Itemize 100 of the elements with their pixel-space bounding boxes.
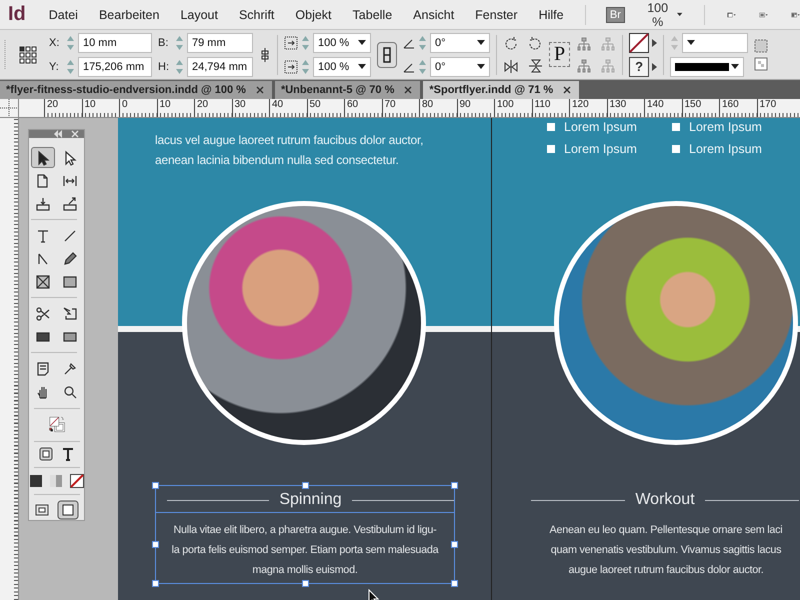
selection-handle[interactable] [451, 580, 458, 587]
rotate-clockwise-icon[interactable] [503, 36, 519, 52]
caret-icon [358, 40, 366, 45]
rotate-counterclockwise-icon[interactable] [527, 36, 543, 52]
hierarchy-icon[interactable] [576, 58, 592, 74]
size-field[interactable]: 24,794 mm [187, 56, 253, 76]
document-tab[interactable]: *Unbenannt-5 @ 70 % [274, 81, 420, 99]
body-paragraph: Aenean eu leo quam. Pellentesque ornare sem laci quam venenatis vestibulum. Vivamus sagittis lacus augue laoreet rutrum faucibus dolor auctor. [548, 523, 784, 578]
transparency-grid-icon[interactable] [754, 56, 768, 70]
selection-handle[interactable] [152, 482, 159, 489]
selection-handle[interactable] [302, 580, 309, 587]
document-tab[interactable]: *flyer-fitness-studio-endversion.indd @ 100 % [0, 81, 272, 99]
ruler-label: 0 [119, 99, 156, 117]
menu-item[interactable]: Layout [180, 8, 218, 22]
chain-icon[interactable] [259, 46, 271, 62]
constrain-button[interactable] [377, 42, 397, 68]
tray-arrow-icon [35, 196, 51, 212]
caret-icon [477, 40, 485, 45]
selection-handle[interactable] [152, 541, 159, 548]
close-icon[interactable] [256, 86, 264, 94]
ruler-label: 140 [644, 99, 682, 117]
stroke-type-dropdown[interactable] [670, 56, 744, 76]
ruler-label: 150 [682, 99, 719, 117]
color-swatch-icon[interactable] [30, 474, 42, 487]
menu-item[interactable]: Hilfe [538, 8, 564, 22]
text-format-icon[interactable] [60, 447, 74, 462]
caret-icon [358, 64, 366, 69]
pencil-icon [62, 250, 78, 266]
menu-item[interactable]: Objekt [295, 8, 332, 22]
section-heading: Workout [635, 492, 695, 508]
collapse-icon[interactable] [53, 130, 63, 138]
flip-horizontal-icon[interactable] [503, 58, 519, 74]
size-field[interactable]: 79 mm [187, 32, 253, 52]
zoom-dropdown[interactable]: 100 % [646, 0, 683, 28]
selection-handle[interactable] [302, 482, 309, 489]
selection-handle[interactable] [152, 580, 159, 587]
angle-dropdown[interactable]: 0° [430, 56, 490, 76]
play-arrow-icon[interactable] [652, 38, 658, 46]
rectangle-icon [62, 274, 78, 290]
ruler-label: 30 [232, 99, 269, 117]
ruler-origin-icon[interactable] [0, 99, 19, 117]
caret-icon [687, 40, 696, 45]
caret-icon [677, 12, 683, 17]
field-label: B: [158, 36, 170, 48]
scale-icon [284, 60, 298, 74]
menu-item[interactable]: Tabelle [352, 8, 392, 22]
list-item: Lorem Ipsum [689, 120, 762, 134]
position-field[interactable]: 175,206 mm [78, 56, 152, 76]
angle-dropdown[interactable]: 0° [430, 32, 490, 52]
line-icon [62, 228, 78, 244]
flip-vertical-icon[interactable] [527, 58, 543, 74]
scale-dropdown[interactable]: 100 % [313, 32, 371, 52]
eyedropper-icon [62, 360, 78, 376]
selection-handle[interactable] [451, 541, 458, 548]
grip-icon [4, 40, 7, 70]
selection-frame[interactable]: Spinning Nulla vitae elit libero, a pharetra augue. Vestibulum id ligu- la porta felis euismod semper. Etiam porta sem malesuada magna mollis euismod. [155, 485, 455, 584]
close-icon[interactable] [563, 86, 572, 94]
corner-options-icon[interactable] [754, 38, 768, 52]
field-label: H: [158, 60, 170, 72]
tray-arrow-icon [62, 196, 78, 212]
ruler-label: 10 [156, 99, 194, 117]
scale-icon [284, 36, 298, 50]
container-icon[interactable] [38, 447, 52, 462]
hierarchy-icon[interactable] [576, 36, 592, 52]
angle-icon [403, 60, 415, 72]
ruler-label: 90 [456, 99, 494, 117]
menu-item[interactable]: Ansicht [413, 8, 454, 22]
frame-type-button[interactable]: P [549, 42, 570, 67]
menu-item[interactable]: Datei [48, 8, 78, 22]
gradient-swatch-icon[interactable] [50, 474, 62, 487]
section-heading: Spinning [279, 492, 342, 508]
tool-button[interactable] [31, 147, 55, 168]
ruler-label: 160 [719, 99, 756, 117]
note-icon [35, 360, 51, 376]
menu-item[interactable]: Schrift [238, 8, 274, 22]
document-tab[interactable]: *Sportflyer.indd @ 71 % [423, 81, 580, 99]
field-label: Y: [49, 60, 60, 72]
none-swatch-icon[interactable] [70, 474, 84, 488]
reference-point-icon[interactable] [19, 46, 37, 64]
stroke-preview [675, 62, 730, 70]
frame-icon [35, 274, 51, 290]
normal-view-icon[interactable] [34, 503, 48, 517]
preview-mode-icon[interactable] [56, 500, 78, 520]
menu-item[interactable]: Bearbeiten [98, 8, 160, 22]
caret-icon [731, 64, 740, 69]
list-item: Lorem Ipsum [564, 120, 637, 134]
close-icon[interactable] [404, 86, 412, 94]
scale-dropdown[interactable]: 100 % [313, 56, 371, 76]
fill-none-swatch[interactable] [629, 32, 650, 52]
ruler-label: 100 [494, 99, 532, 117]
body-paragraph: Nulla vitae elit libero, a pharetra augue. Vestibulum id ligu- la porta felis euismod semper. Etiam porta sem malesuada magna mollis euismod. [170, 523, 440, 578]
stroke-swatch[interactable]: ? [629, 56, 650, 76]
play-arrow-icon[interactable] [652, 62, 658, 70]
caret-icon [477, 64, 485, 69]
position-field[interactable]: 10 mm [78, 32, 152, 52]
ruler-label: 60 [344, 99, 382, 117]
list-item: Lorem Ipsum [564, 142, 637, 156]
menu-item[interactable]: Fenster [475, 8, 518, 22]
selection-handle[interactable] [451, 482, 458, 489]
app-logo: Id [8, 3, 26, 26]
